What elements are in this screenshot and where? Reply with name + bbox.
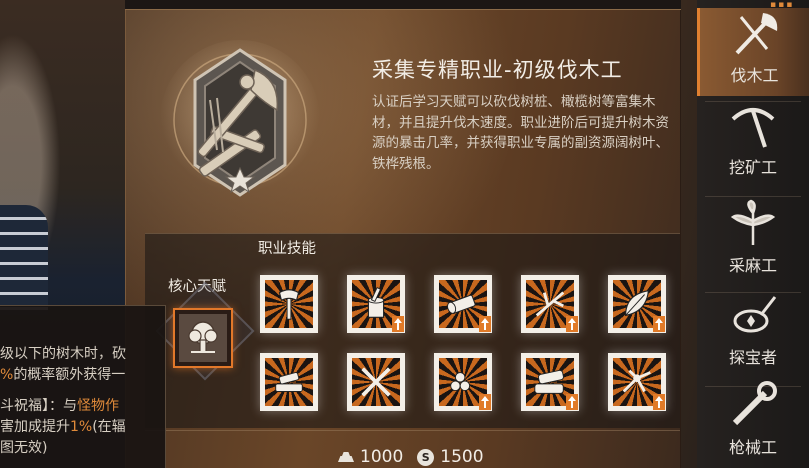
nav-item-lumberjack[interactable]: 伐木工 (697, 8, 809, 96)
skill-slot-8[interactable] (434, 353, 492, 411)
coin-icon: S (417, 448, 435, 466)
core-talent-tree-button[interactable] (173, 308, 233, 368)
logs-skill-icon (450, 372, 471, 392)
skill-slot-3[interactable] (434, 275, 492, 333)
nav-item-miner[interactable]: 挖矿工 (697, 100, 809, 188)
skill-slot-1[interactable] (260, 275, 318, 333)
job-description: 认证后学习天赋可以砍伐树桩、橄榄树等富集木材，并且提升伐木速度。职业进阶后可提升… (372, 94, 669, 172)
upgrade-arrow-icon (653, 316, 665, 332)
nav-item-hemp[interactable]: 采麻工 (697, 198, 809, 286)
treasure-detector-icon (721, 290, 785, 342)
nav-label: 伐木工 (730, 66, 779, 85)
upgrade-arrow-icon (392, 316, 404, 332)
skills-bottom-divider (145, 430, 680, 431)
splinter-skill-icon (622, 369, 651, 393)
tooltip-line: 斗祝福】：与怪物作 (0, 398, 119, 414)
upgrade-arrow-icon (566, 316, 578, 332)
tooltip-line: 害加成提升1%(在辐 (0, 419, 126, 435)
panel-top-strip (125, 0, 681, 10)
ingot-amount: 1000 (360, 447, 404, 467)
nav-label: 挖矿工 (728, 158, 777, 177)
pickaxe-icon (721, 100, 785, 152)
wood-pile-skill-icon (275, 372, 303, 392)
nav-item-treasure[interactable]: 探宝者 (697, 290, 809, 378)
stump-skill-icon (367, 287, 385, 318)
nav-divider (705, 196, 801, 197)
skill-slot-6[interactable] (260, 353, 318, 411)
upgrade-arrow-icon (653, 394, 665, 410)
tree-icon (179, 314, 227, 362)
talent-tooltip: 级以下的树木时，砍 %的概率额外获得一 斗祝福】：与怪物作 害加成提升1%(在辐… (0, 305, 166, 468)
upgrade-arrow-icon (479, 394, 491, 410)
upgrade-arrow-icon (479, 316, 491, 332)
nav-label: 采麻工 (728, 256, 777, 275)
axe-skill-icon (278, 289, 300, 320)
crossed-axes-skill-icon (361, 367, 391, 397)
log-skill-icon (447, 294, 476, 314)
skill-slot-2[interactable] (347, 275, 405, 333)
skill-slot-9[interactable] (521, 353, 579, 411)
nav-label: 枪械工 (728, 438, 777, 457)
upgrade-arrow-icon (566, 394, 578, 410)
skills-header: 职业技能 (258, 241, 316, 257)
leaf-skill-icon (625, 290, 650, 317)
job-title: 采集专精职业-初级伐木工 (372, 58, 623, 82)
nav-label: 探宝者 (728, 348, 777, 367)
tooltip-line: 级以下的树木时，砍 (0, 346, 126, 362)
log-stack-skill-icon (534, 369, 564, 394)
lumberjack-axe-icon (723, 8, 787, 60)
nav-item-gunsmith[interactable]: 枪械工 (697, 380, 809, 468)
skill-slot-7[interactable] (347, 353, 405, 411)
character-jacket (0, 205, 48, 315)
tooltip-line: 图无效) (0, 440, 48, 456)
skill-slot-5[interactable] (608, 275, 666, 333)
skill-slot-10[interactable] (608, 353, 666, 411)
skill-slot-4[interactable] (521, 275, 579, 333)
coin-amount: 1500 (440, 447, 484, 467)
branch-skill-icon (535, 291, 565, 317)
tooltip-line: %的概率额外获得一 (0, 367, 126, 383)
lumberjack-emblem-icon (155, 40, 325, 210)
hemp-leaf-icon (721, 198, 785, 250)
wrench-icon (721, 380, 785, 432)
currency-bar: 1000 S 1500 (338, 447, 484, 467)
ingot-icon (338, 452, 354, 462)
